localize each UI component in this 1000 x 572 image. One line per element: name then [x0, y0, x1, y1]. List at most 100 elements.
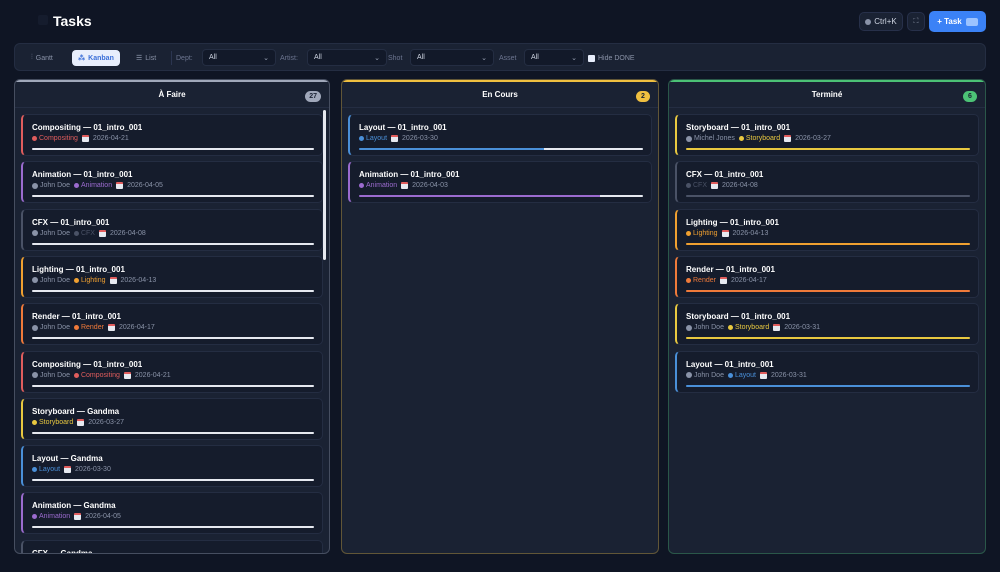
dept-filter-select[interactable]: All ⌄	[202, 49, 276, 66]
task-card[interactable]: Storyboard — 01_intro_001 Michel Jones Sto…	[675, 114, 979, 156]
task-dept: Layout	[32, 466, 60, 473]
asset-filter-value: All	[531, 54, 539, 61]
asset-filter-select[interactable]: All ⌄	[524, 49, 584, 66]
list-icon: ☰	[136, 55, 143, 62]
dept-dot-icon	[73, 277, 79, 283]
task-card[interactable]: Compositing — 01_intro_001 Compositing 202…	[21, 114, 323, 156]
task-progress-bar	[686, 384, 970, 387]
task-meta: John Doe Layout 2026-03-31	[686, 371, 807, 379]
task-dept-name: Compositing	[39, 135, 78, 142]
task-dept: Lighting	[73, 277, 106, 284]
task-title: Compositing — 01_intro_001	[32, 359, 143, 369]
card-list: Layout — 01_intro_001 Layout 2026-03-30 Ani…	[348, 114, 652, 553]
task-progress-fill	[32, 337, 314, 340]
task-meta: Animation 2026-04-05	[32, 513, 121, 521]
person-icon	[32, 372, 38, 378]
task-due-date: 2026-03-27	[88, 418, 125, 426]
task-artist: John Doe	[32, 182, 70, 189]
task-card[interactable]: Render — 01_intro_001 Render 2026-04-17	[675, 255, 979, 298]
task-due-date: 2026-04-05	[127, 182, 163, 190]
task-meta: John Doe Animation 2026-04-05	[32, 182, 163, 190]
task-card[interactable]: CFX — 01_intro_001 John Doe CFX 2026-04-08	[21, 208, 323, 251]
task-dept-name: Storyboard	[734, 324, 770, 332]
task-dept-name: Render	[80, 324, 104, 332]
view-gantt-label: Gantt	[35, 54, 53, 62]
task-card[interactable]: Layout — 01_intro_001 Layout 2026-03-30	[348, 114, 652, 156]
task-title: CFX — Gandma	[32, 548, 93, 554]
calendar-icon	[98, 229, 106, 237]
task-card[interactable]: Lighting — 01_intro_001 Lighting 2026-04-1…	[675, 208, 979, 251]
task-artist-name: John Doe	[40, 182, 70, 190]
task-meta: John Doe Compositing 2026-04-21	[32, 371, 171, 379]
keyboard-icon	[965, 17, 978, 26]
shot-filter-select[interactable]: All ⌄	[410, 49, 494, 66]
task-dept-name: Render	[693, 276, 716, 284]
task-progress-bar	[686, 337, 970, 340]
task-progress-fill	[32, 384, 314, 387]
task-progress-fill	[32, 195, 314, 198]
task-title: Animation — 01_intro_001	[32, 170, 133, 180]
task-title: Animation — Gandma	[32, 501, 116, 511]
task-card[interactable]: Render — 01_intro_001 John Doe Render 2026-…	[21, 303, 323, 346]
task-card[interactable]: Storyboard — 01_intro_001 John Doe Storybo…	[675, 303, 979, 346]
expand-icon: ⛶	[913, 17, 919, 25]
checkbox[interactable]	[588, 54, 595, 62]
task-artist-name: John Doe	[40, 229, 70, 237]
task-card[interactable]: Compositing — 01_intro_001 John Doe Compos…	[21, 350, 323, 393]
task-artist: John Doe	[32, 230, 70, 237]
add-task-label: + Task	[937, 17, 962, 26]
dept-filter-value: All	[209, 54, 217, 61]
artist-filter-select[interactable]: All ⌄	[307, 49, 387, 66]
dept-dot-icon	[32, 467, 37, 473]
column-count-badge: 2	[636, 91, 650, 102]
task-card[interactable]: Layout — Gandma Layout 2026-03-30	[21, 445, 323, 488]
task-card[interactable]: Animation — 01_intro_001 Animation 2026-04…	[348, 161, 652, 204]
task-card[interactable]: Animation — 01_intro_001 John Doe Animatio…	[21, 161, 323, 204]
task-card[interactable]: Layout — 01_intro_001 John Doe Layout 2026-…	[675, 350, 979, 393]
add-task-button[interactable]: + Task	[929, 11, 986, 32]
task-due-date: 2026-04-21	[134, 371, 171, 379]
hide-done-toggle[interactable]: Hide DONE	[588, 50, 635, 66]
task-meta: John Doe CFX 2026-04-08	[32, 229, 146, 237]
fullscreen-button[interactable]: ⛶	[907, 12, 925, 31]
view-kanban-label: Kanban	[88, 54, 114, 62]
task-card[interactable]: Storyboard — Gandma Storyboard 2026-03-27	[21, 397, 323, 440]
kanban-icon: ⁂	[78, 55, 86, 62]
task-artist-name: John Doe	[694, 371, 724, 379]
view-kanban-button[interactable]: ⁂ Kanban	[72, 50, 120, 66]
task-dept: Lighting	[686, 230, 718, 237]
task-title: Layout — 01_intro_001	[359, 123, 447, 132]
task-progress-bar	[32, 526, 314, 529]
task-progress-fill	[686, 337, 970, 340]
task-due-date: 2026-04-13	[120, 276, 157, 284]
task-card[interactable]: CFX — 01_intro_001 CFX 2026-04-08	[675, 161, 979, 204]
view-list-label: List	[145, 54, 157, 62]
view-list-button[interactable]: ☰ List	[130, 50, 162, 66]
calendar-icon	[123, 371, 131, 379]
task-title: Layout — 01_intro_001	[686, 359, 774, 369]
dept-dot-icon	[73, 372, 79, 378]
task-progress-fill	[686, 148, 970, 150]
task-artist-name: John Doe	[40, 276, 70, 284]
command-palette-button[interactable]: Ctrl+K	[859, 12, 903, 31]
task-dept-name: Layout	[366, 135, 388, 142]
task-card[interactable]: CFX — Gandma	[21, 539, 323, 554]
dept-dot-icon	[686, 277, 691, 283]
task-due-date: 2026-04-21	[92, 135, 129, 142]
dept-dot-icon	[32, 514, 37, 520]
calendar-icon	[391, 135, 399, 142]
task-due-date: 2026-04-08	[109, 229, 146, 237]
column-scrollbar[interactable]	[323, 110, 326, 260]
filter-toolbar: ⫶ Gantt ⁂ Kanban ☰ List Dept: All ⌄ Arti…	[14, 43, 986, 71]
task-progress-bar	[32, 148, 314, 150]
task-card[interactable]: Lighting — 01_intro_001 John Doe Lighting 2…	[21, 255, 323, 298]
task-meta: Layout 2026-03-30	[32, 466, 111, 474]
task-card[interactable]: Animation — Gandma Animation 2026-04-05	[21, 492, 323, 535]
task-artist: John Doe	[686, 324, 724, 331]
dept-dot-icon	[686, 230, 691, 236]
task-title: Render — 01_intro_001	[686, 264, 775, 274]
view-gantt-button[interactable]: ⫶ Gantt	[25, 50, 59, 66]
task-dept-name: Layout	[734, 371, 756, 379]
calendar-icon	[711, 182, 718, 190]
column-todo: À Faire 27 Compositing — 01_intro_001 Com…	[14, 79, 330, 554]
